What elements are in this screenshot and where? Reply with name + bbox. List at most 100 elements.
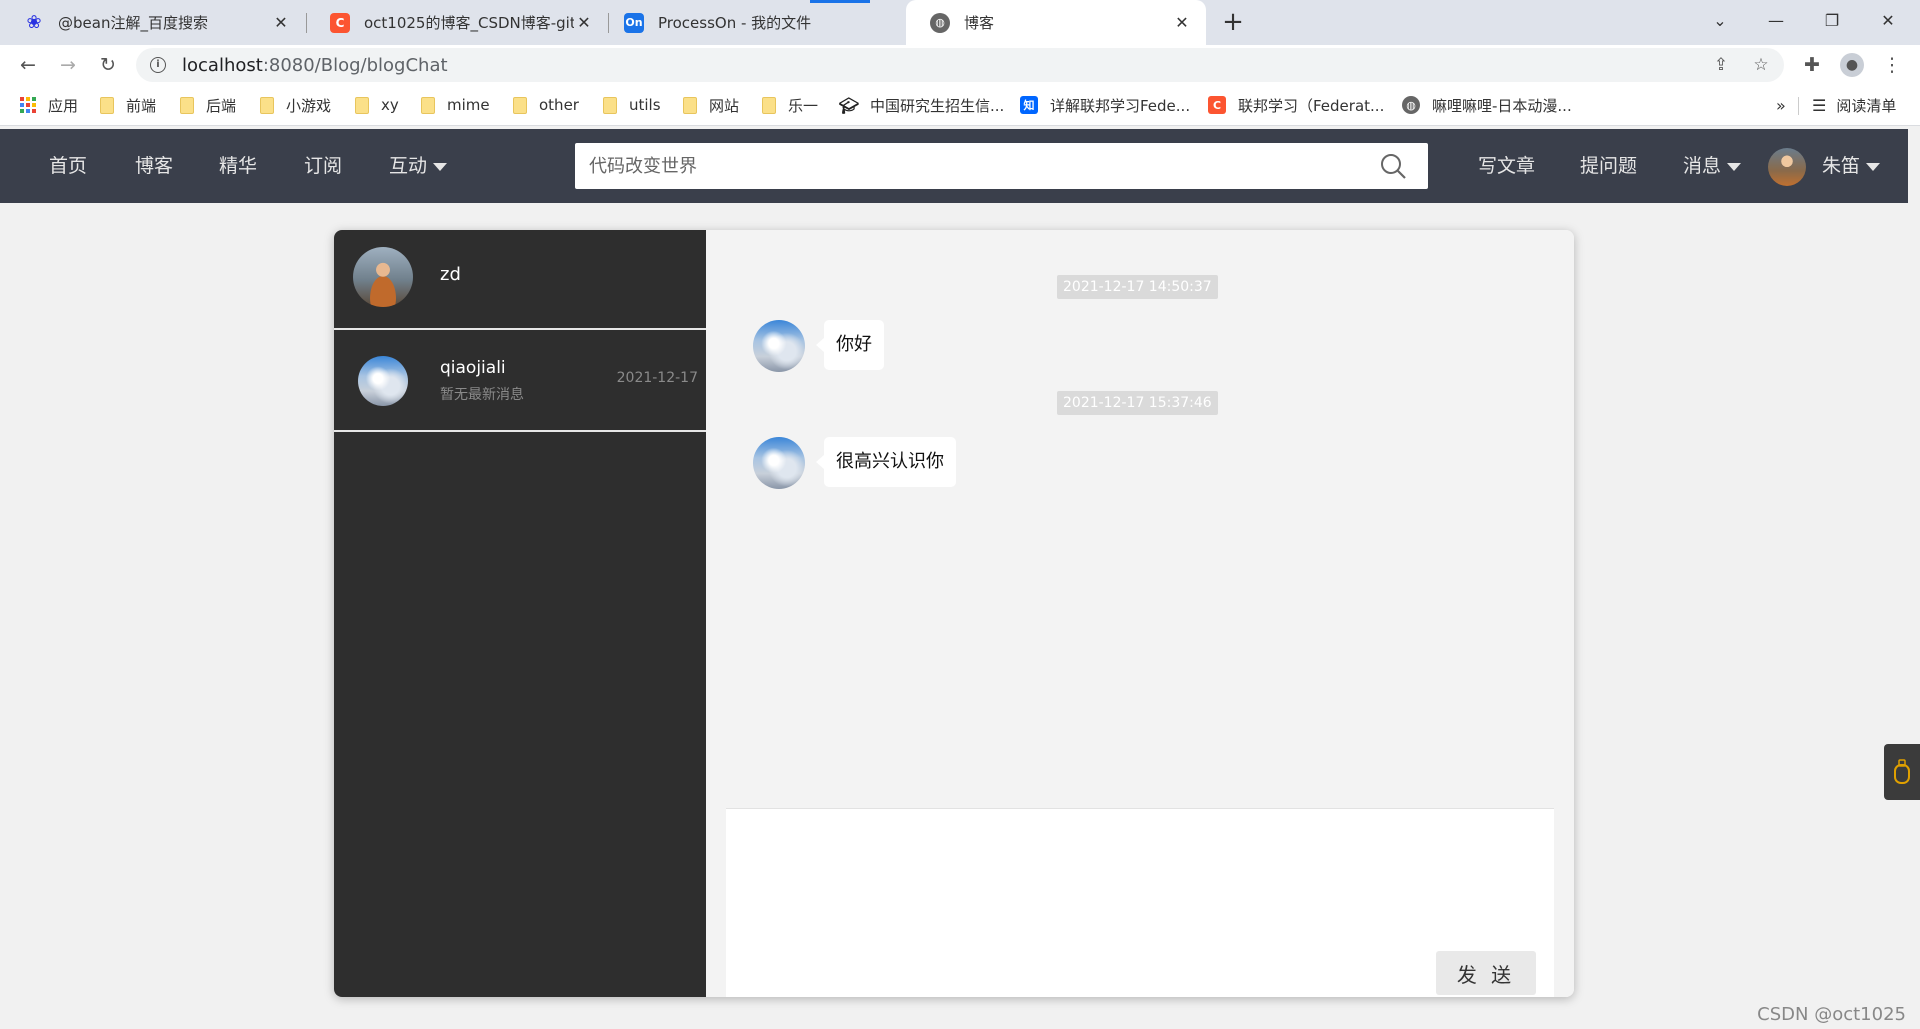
tab-close-icon[interactable]: ✕ — [574, 13, 594, 32]
folder-icon — [100, 96, 114, 114]
nav-featured[interactable]: 精华 — [219, 129, 257, 203]
tab-close-icon[interactable]: ✕ — [1172, 13, 1192, 32]
bookmark-folder[interactable]: xy — [355, 93, 399, 117]
more-bookmarks-chevron-icon[interactable]: » — [1776, 93, 1786, 117]
bookmark-link[interactable]: C 联邦学习（Federat... — [1208, 93, 1384, 117]
folder-icon — [180, 96, 194, 114]
bookmarks-bar: 应用 前端 后端 小游戏 xy mime other utils 网站 乐一 🎓… — [0, 85, 1920, 126]
bookmarks-divider — [1798, 97, 1799, 115]
nav-interact-label: 互动 — [389, 155, 428, 177]
profile-icon[interactable]: ● — [1838, 51, 1866, 79]
ask-question-link[interactable]: 提问题 — [1580, 129, 1637, 203]
bookmark-label: 中国研究生招生信... — [870, 96, 1005, 115]
nav-subscribe[interactable]: 订阅 — [304, 129, 342, 203]
address-bar[interactable]: i localhost:8080/Blog/blogChat ⇪ ☆ — [136, 48, 1784, 82]
reading-list-label: 阅读清单 — [1836, 96, 1897, 115]
browser-tab-strip: ❀ @bean注解_百度搜索 ✕ C oct1025的博客_CSDN博客-git… — [0, 0, 1920, 45]
site-search — [575, 143, 1428, 189]
bookmark-folder[interactable]: 小游戏 — [260, 93, 331, 117]
bookmark-label: 联邦学习（Federat... — [1238, 96, 1385, 115]
search-icon[interactable] — [1380, 153, 1406, 179]
username-label: 朱笛 — [1822, 155, 1861, 177]
browser-toolbar: ← → ↻ i localhost:8080/Blog/blogChat ⇪ ☆… — [0, 45, 1920, 85]
bookmark-folder[interactable]: 乐一 — [762, 93, 818, 117]
send-button[interactable]: 发 送 — [1436, 951, 1536, 995]
folder-icon — [260, 96, 274, 114]
caret-down-icon — [1727, 162, 1742, 171]
current-user-avatar — [353, 247, 413, 307]
browser-tab-baidu[interactable]: ❀ @bean注解_百度搜索 ✕ — [0, 0, 305, 45]
window-close-icon[interactable]: ✕ — [1860, 0, 1916, 40]
baidu-paw-icon: ❀ — [26, 12, 42, 33]
bookmark-link[interactable]: 知详解联邦学习Fede... — [1020, 93, 1190, 117]
site-navbar: 首页 博客 精华 订阅 互动 写文章 提问题 消息 朱笛 — [0, 129, 1908, 203]
message-input[interactable] — [726, 809, 1554, 949]
bookmark-folder[interactable]: 网站 — [683, 93, 739, 117]
browser-tab-csdn[interactable]: C oct1025的博客_CSDN博客-git,D ✕ — [306, 0, 608, 45]
bookmark-folder[interactable]: other — [513, 93, 579, 117]
minimize-icon[interactable]: — — [1748, 0, 1804, 40]
bookmark-folder[interactable]: 前端 — [100, 93, 156, 117]
bookmark-link[interactable]: 🎓︎ 中国研究生招生信... — [838, 93, 1005, 117]
current-user-header: zd — [334, 230, 706, 330]
bookmark-label: other — [539, 96, 579, 114]
bookmark-folder[interactable]: mime — [421, 93, 490, 117]
bookmark-star-icon[interactable]: ☆ — [1750, 54, 1772, 76]
tab-title: oct1025的博客_CSDN博客-git,D — [364, 14, 574, 32]
extensions-puzzle-icon[interactable]: ✚ — [1798, 51, 1826, 79]
tab-close-icon[interactable]: ✕ — [271, 13, 291, 32]
zhihu-icon: 知 — [1020, 96, 1038, 114]
processon-icon: On — [624, 12, 644, 33]
nav-interact-dropdown[interactable]: 互动 — [389, 129, 448, 203]
bookmark-folder[interactable]: 后端 — [180, 93, 236, 117]
chat-sidebar: zd qiaojiali 暂无最新消息 2021-12-17 — [334, 230, 706, 997]
globe-icon: ◍ — [930, 12, 950, 33]
reading-list-icon: ☰ — [1812, 95, 1827, 115]
messages-dropdown[interactable]: 消息 — [1683, 129, 1742, 203]
forward-arrow-icon[interactable]: → — [54, 51, 82, 79]
tab-title: 博客 — [964, 14, 995, 32]
bookmark-folder[interactable]: utils — [603, 93, 661, 117]
site-search-input[interactable] — [575, 143, 1335, 189]
new-tab-button[interactable]: + — [1218, 8, 1248, 38]
contact-last-message: 暂无最新消息 — [440, 387, 524, 403]
browser-menu-icon[interactable]: ⋮ — [1878, 51, 1906, 79]
contact-name: qiaojiali — [440, 358, 506, 378]
folder-icon — [762, 96, 776, 114]
chat-window: zd qiaojiali 暂无最新消息 2021-12-17 2021-12-1… — [334, 230, 1574, 997]
apps-grid-icon — [20, 97, 36, 113]
nav-home[interactable]: 首页 — [49, 129, 87, 203]
browser-tab-processon[interactable]: On ProcessOn - 我的文件 — [600, 0, 902, 45]
caret-down-icon — [1866, 162, 1881, 171]
bookmark-link[interactable]: ◍ 嘛哩嘛哩-日本动漫... — [1402, 93, 1572, 117]
site-info-icon[interactable]: i — [150, 57, 166, 73]
message-timestamp: 2021-12-17 15:37:46 — [1057, 391, 1218, 415]
user-menu-dropdown[interactable]: 朱笛 — [1822, 129, 1881, 203]
back-arrow-icon[interactable]: ← — [14, 51, 42, 79]
reload-icon[interactable]: ↻ — [94, 51, 122, 79]
nav-blog[interactable]: 博客 — [135, 129, 173, 203]
contact-avatar — [358, 356, 408, 406]
share-icon[interactable]: ⇪ — [1710, 54, 1732, 76]
message-bubble: 你好 — [816, 320, 884, 370]
side-widget-icon — [1894, 759, 1910, 784]
bookmark-label: 小游戏 — [286, 96, 332, 115]
bookmark-label: 嘛哩嘛哩-日本动漫... — [1432, 96, 1572, 115]
bookmark-label: 乐一 — [788, 96, 819, 115]
tab-search-chevron-icon[interactable]: ⌄ — [1692, 0, 1748, 40]
url-text[interactable]: localhost:8080/Blog/blogChat — [182, 55, 448, 76]
messages-label: 消息 — [1683, 155, 1722, 177]
caret-down-icon — [433, 162, 448, 171]
browser-tab-blog-active[interactable]: ◍ 博客 ✕ — [906, 0, 1206, 45]
folder-icon — [683, 96, 697, 114]
write-article-link[interactable]: 写文章 — [1478, 129, 1535, 203]
sender-avatar — [753, 437, 805, 489]
graduation-cap-icon: 🎓︎ — [838, 95, 860, 115]
floating-side-widget[interactable] — [1884, 744, 1920, 800]
bookmark-apps[interactable]: 应用 — [20, 93, 78, 117]
reading-list-button[interactable]: ☰ 阅读清单 — [1812, 93, 1896, 117]
globe-icon: ◍ — [1402, 96, 1420, 114]
contact-item[interactable]: qiaojiali 暂无最新消息 2021-12-17 — [334, 332, 706, 432]
user-avatar[interactable] — [1768, 148, 1806, 186]
restore-icon[interactable]: ❐ — [1804, 0, 1860, 40]
